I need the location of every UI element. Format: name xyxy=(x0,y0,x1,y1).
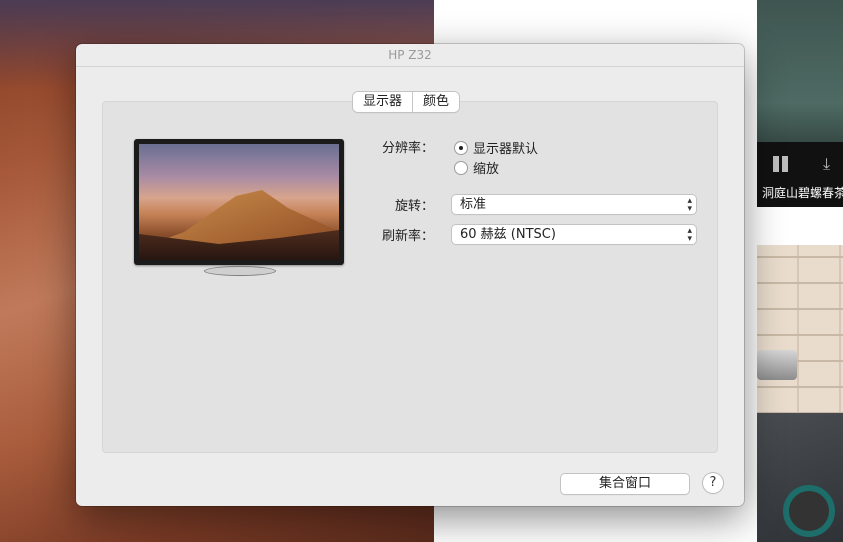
display-preferences-window: HP Z32 显示器 颜色 分辨率： 显示器默认 缩放 旋转： 标准 ▴ ▾ 刷新… xyxy=(76,44,744,506)
photo-thumbnail[interactable] xyxy=(757,245,843,542)
window-title: HP Z32 xyxy=(76,44,744,67)
gather-windows-button[interactable]: 集合窗口 xyxy=(561,474,689,494)
video-player[interactable]: ⤓ 洞庭山碧螺春茶 xyxy=(757,0,843,207)
chevron-up-down-icon: ▴ ▾ xyxy=(687,226,692,244)
tab-display[interactable]: 显示器 xyxy=(353,92,413,112)
monitor-wallpaper-preview xyxy=(139,144,339,260)
refresh-rate-value: 60 赫兹 (NTSC) xyxy=(460,227,556,242)
pipe-image xyxy=(757,350,797,380)
video-title[interactable]: 洞庭山碧螺春茶 xyxy=(762,184,843,201)
radio-button-checked[interactable] xyxy=(454,140,468,155)
radio-default-label: 显示器默认 xyxy=(473,142,539,157)
clock-image xyxy=(783,485,835,537)
resolution-label: 分辨率： xyxy=(381,141,434,156)
tab-color[interactable]: 颜色 xyxy=(412,92,460,112)
help-button[interactable]: ? xyxy=(703,473,723,493)
monitor-preview xyxy=(134,139,344,265)
refresh-rate-label: 刷新率： xyxy=(381,229,434,244)
rotation-label: 旋转： xyxy=(394,199,434,214)
radio-scaled-label: 缩放 xyxy=(473,162,500,177)
download-icon[interactable]: ⤓ xyxy=(823,155,841,173)
radio-button[interactable] xyxy=(454,160,468,175)
video-controls: ⤓ 洞庭山碧螺春茶 xyxy=(757,142,843,207)
radio-default-for-display[interactable]: 显示器默认 xyxy=(454,138,538,157)
rotation-value: 标准 xyxy=(460,197,487,212)
rotation-select[interactable]: 标准 ▴ ▾ xyxy=(452,195,696,214)
pause-icon[interactable] xyxy=(773,156,789,172)
refresh-rate-select[interactable]: 60 赫兹 (NTSC) ▴ ▾ xyxy=(452,225,696,244)
chevron-up-down-icon: ▴ ▾ xyxy=(687,196,692,214)
tab-bar: 显示器 颜色 xyxy=(353,92,460,112)
monitor-stand xyxy=(204,266,276,276)
radio-scaled[interactable]: 缩放 xyxy=(454,158,499,177)
